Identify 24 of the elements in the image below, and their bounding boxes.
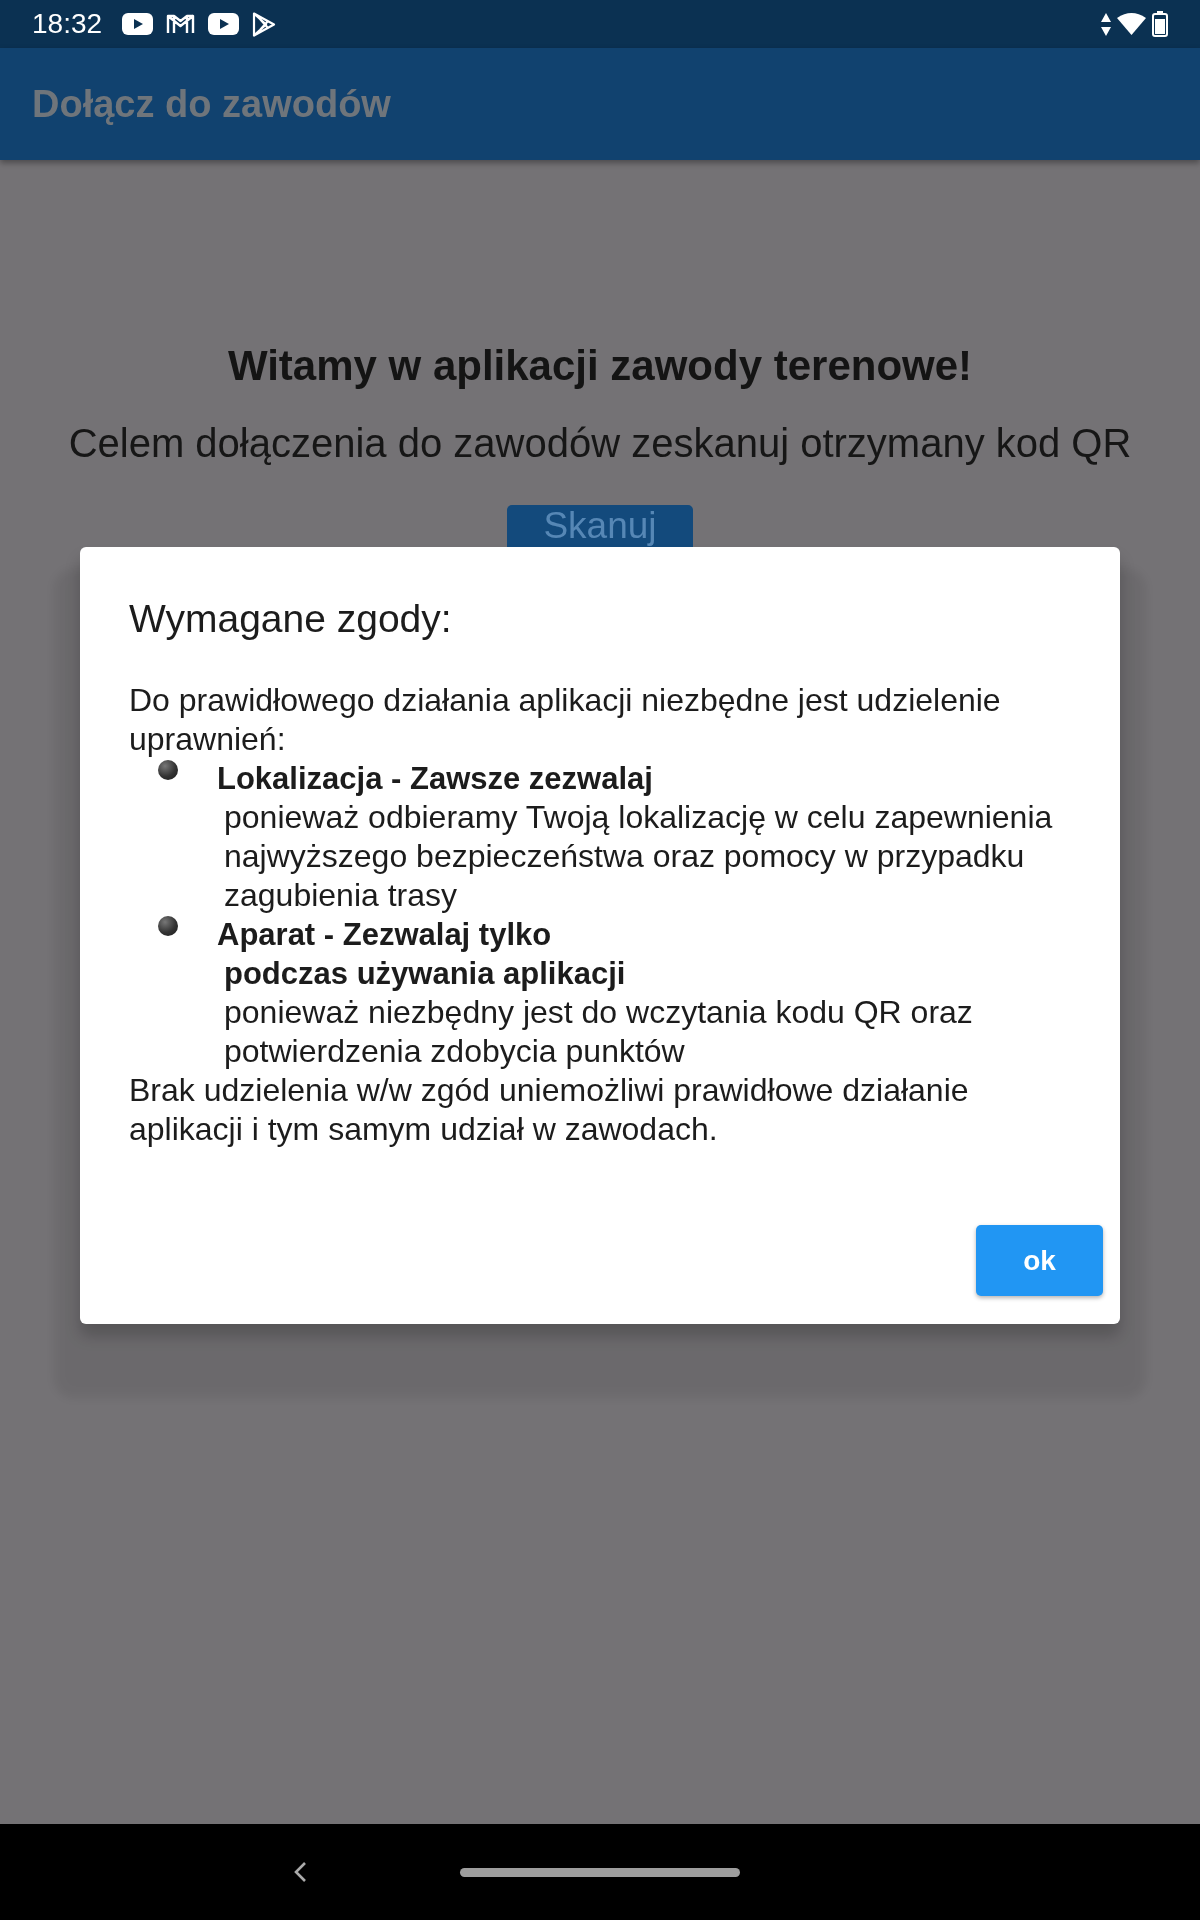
permission-title: Aparat - Zezwalaj tylko: [217, 916, 553, 954]
video-play-icon: [122, 13, 154, 35]
status-time: 18:32: [32, 8, 103, 40]
wifi-icon: [1117, 13, 1146, 35]
video-play-icon: [208, 13, 240, 35]
app-bar-title: Dołącz do zawodów: [32, 82, 391, 126]
welcome-heading: Witamy w aplikacji zawody terenowe!: [227, 341, 973, 391]
home-handle[interactable]: [460, 1867, 740, 1877]
back-icon[interactable]: [293, 1862, 307, 1882]
dialog-title: Wymagane zgody:: [129, 597, 453, 641]
permission-title: Lokalizacja - Zawsze zezwalaj: [217, 760, 654, 798]
play-store-icon: [252, 11, 277, 37]
dialog-intro-text: Do prawidłowego działania aplikacji niezbędne jest udzielenie uprawnień:: [129, 681, 1002, 759]
dialog-note-text: Brak udzielenia w/w zgód uniemożliwi prawidłowe działanie aplikacji i tym samym udział w zawodach.: [129, 1071, 970, 1149]
scan-button[interactable]: Skanuj: [507, 505, 693, 547]
bullet-icon: [158, 916, 178, 936]
data-arrows-icon: [1101, 12, 1111, 36]
bullet-icon: [158, 760, 178, 780]
permission-description: ponieważ odbieramy Twoją lokalizację w celu zapewnienia najwyższego bezpieczeństwa oraz pomocy w przypadku zagubienia trasy: [223, 798, 1054, 915]
instruction-text: Celem dołączenia do zawodów zeskanuj otrzymany kod QR: [68, 420, 1132, 467]
battery-icon: [1152, 11, 1168, 37]
ok-button[interactable]: ok: [976, 1225, 1103, 1296]
mail-icon: [166, 13, 196, 35]
permission-description: podczas używania aplikacji ponieważ niezbędny jest do wczytania kodu QR oraz potwierdzenia zdobycia punktów: [223, 955, 974, 1071]
